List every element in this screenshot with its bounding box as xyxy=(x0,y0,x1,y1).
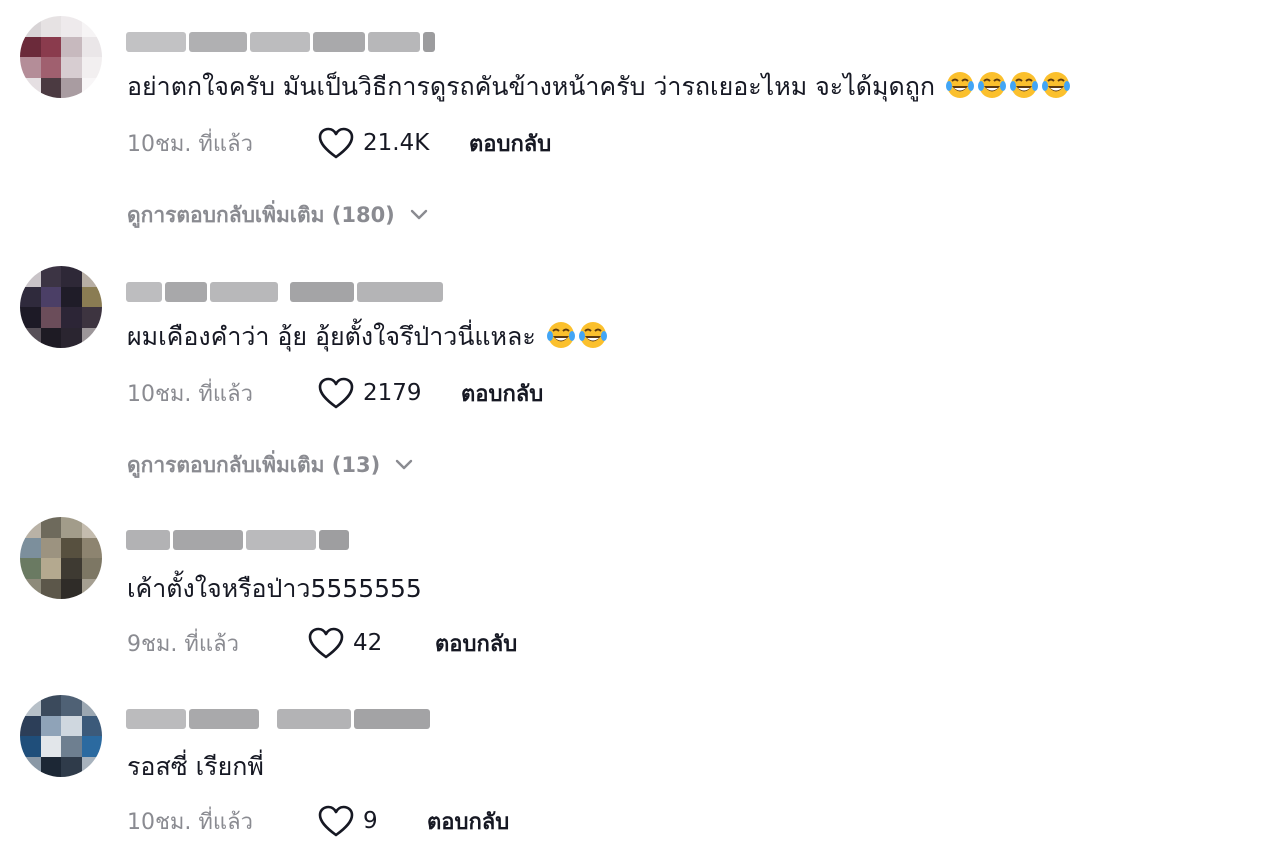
reply-button[interactable]: ตอบกลับ xyxy=(435,626,517,661)
heart-outline-icon xyxy=(318,127,354,159)
heart-outline-icon xyxy=(318,805,354,837)
chevron-down-icon xyxy=(395,459,413,470)
username-blurred[interactable] xyxy=(126,707,430,731)
reply-button[interactable]: ตอบกลับ xyxy=(461,376,543,411)
avatar[interactable] xyxy=(20,695,102,777)
like-count: 21.4K xyxy=(363,130,430,156)
comment-text-content: เค้าตั้งใจหรือป่าว5555555 xyxy=(127,574,422,603)
username-blurred[interactable] xyxy=(126,528,349,552)
avatar[interactable] xyxy=(20,266,102,348)
comment-meta: 10ชม. ที่แล้ว 2179 ตอบกลับ xyxy=(127,376,543,410)
emoji-group xyxy=(544,322,608,351)
comment-timestamp: 10ชม. ที่แล้ว xyxy=(127,381,253,407)
face-with-tears-of-joy-icon xyxy=(1041,72,1070,98)
view-more-replies-label: ดูการตอบกลับเพิ่มเติม (13) xyxy=(127,452,381,477)
username-blurred[interactable] xyxy=(126,280,443,304)
like-button[interactable]: 21.4K xyxy=(317,126,469,160)
face-with-tears-of-joy-icon xyxy=(977,72,1006,98)
like-button[interactable]: 2179 xyxy=(317,376,461,410)
comment-text: เค้าตั้งใจหรือป่าว5555555 xyxy=(127,572,422,606)
face-with-tears-of-joy-icon xyxy=(1009,72,1038,98)
comment-text-content: อย่าตกใจครับ มันเป็นวิธีการดูรถคันข้างหน… xyxy=(127,72,936,101)
heart-outline-icon xyxy=(318,377,354,409)
comment-timestamp: 9ชม. ที่แล้ว xyxy=(127,631,239,657)
chevron-down-icon xyxy=(410,209,427,220)
heart-outline-icon xyxy=(308,627,344,659)
like-count: 42 xyxy=(353,630,383,656)
view-more-replies-button[interactable]: ดูการตอบกลับเพิ่มเติม (13) xyxy=(127,448,414,482)
reply-button[interactable]: ตอบกลับ xyxy=(469,126,551,161)
comment-timestamp: 10ชม. ที่แล้ว xyxy=(127,809,253,835)
like-button[interactable]: 9 xyxy=(317,804,427,838)
comment-meta: 10ชม. ที่แล้ว 21.4K ตอบกลับ xyxy=(127,126,551,160)
face-with-tears-of-joy-icon xyxy=(578,322,607,348)
comment-meta: 9ชม. ที่แล้ว 42 ตอบกลับ xyxy=(127,626,517,660)
like-button[interactable]: 42 xyxy=(307,626,435,660)
avatar[interactable] xyxy=(20,517,102,599)
face-with-tears-of-joy-icon xyxy=(945,72,974,98)
comment-text: รอสซี่ เรียกพี่ xyxy=(127,750,264,784)
avatar[interactable] xyxy=(20,16,102,98)
emoji-group xyxy=(943,72,1071,101)
view-more-replies-label: ดูการตอบกลับเพิ่มเติม (180) xyxy=(127,202,395,227)
comment-meta: 10ชม. ที่แล้ว 9 ตอบกลับ xyxy=(127,804,509,838)
reply-button[interactable]: ตอบกลับ xyxy=(427,804,509,839)
comment-timestamp: 10ชม. ที่แล้ว xyxy=(127,131,253,157)
comment-text: ผมเคืองคำว่า อุ้ย อุ้ยตั้งใจรึป่าวนี่แหล… xyxy=(127,320,608,354)
comment-text-content: ผมเคืองคำว่า อุ้ย อุ้ยตั้งใจรึป่าวนี่แหล… xyxy=(127,322,536,351)
comment-text-content: รอสซี่ เรียกพี่ xyxy=(127,752,264,781)
like-count: 2179 xyxy=(363,380,422,406)
view-more-replies-button[interactable]: ดูการตอบกลับเพิ่มเติม (180) xyxy=(127,198,429,232)
username-blurred[interactable] xyxy=(126,30,435,54)
like-count: 9 xyxy=(363,808,378,834)
face-with-tears-of-joy-icon xyxy=(546,322,575,348)
comment-text: อย่าตกใจครับ มันเป็นวิธีการดูรถคันข้างหน… xyxy=(127,70,1071,104)
